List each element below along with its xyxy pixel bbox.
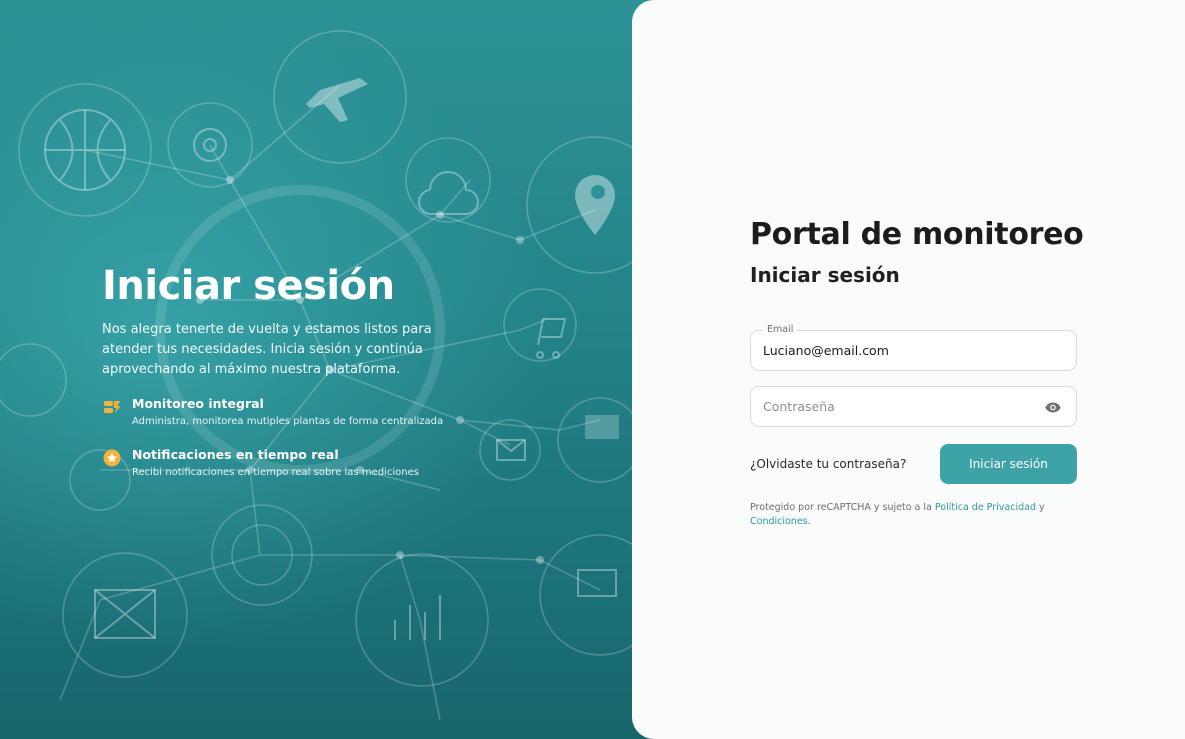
legal-middle: y	[1035, 502, 1045, 513]
login-form: Portal de monitoreo Iniciar sesión Email…	[750, 216, 1084, 529]
password-input[interactable]	[763, 387, 1033, 426]
hero-content: Iniciar sesión Nos alegra tenerte de vue…	[102, 262, 462, 480]
feature-text: Recibi notificaciones en tiempo real sob…	[132, 467, 419, 478]
email-field: Email	[750, 324, 1077, 371]
feature-text: Administra, monitorea mutiples plantas d…	[132, 416, 444, 427]
terms-link[interactable]: Condiciones	[750, 516, 808, 527]
login-panel: Portal de monitoreo Iniciar sesión Email…	[632, 0, 1185, 739]
privacy-policy-link[interactable]: Política de Privacidad	[935, 502, 1036, 513]
form-title: Iniciar sesión	[750, 263, 900, 287]
password-field	[750, 386, 1077, 427]
form-actions: ¿Olvidaste tu contraseña? Iniciar sesión	[750, 444, 1077, 484]
email-input[interactable]	[763, 331, 1033, 370]
hero-panel: Iniciar sesión Nos alegra tenerte de vue…	[0, 0, 660, 739]
feature-title: Monitoreo integral	[132, 396, 264, 411]
hero-description: Nos alegra tenerte de vuelta y estamos l…	[102, 322, 432, 377]
recaptcha-notice: Protegido por reCAPTCHA y sujeto a la Po…	[750, 501, 1077, 529]
legal-suffix: .	[807, 516, 811, 527]
feature-monitoring: Monitoreo integral Administra, monitorea…	[102, 396, 462, 429]
login-button[interactable]: Iniciar sesión	[940, 444, 1077, 484]
star-badge-icon	[102, 448, 122, 468]
forgot-password-link[interactable]: ¿Olvidaste tu contraseña?	[750, 457, 906, 471]
login-page: Iniciar sesión Nos alegra tenerte de vue…	[0, 0, 1185, 739]
show-password-eye-icon[interactable]	[1044, 399, 1062, 415]
hero-title: Iniciar sesión	[102, 263, 395, 309]
portal-title: Portal de monitoreo	[750, 217, 1084, 252]
legal-prefix: Protegido por reCAPTCHA y sujeto a la	[750, 502, 935, 513]
feature-title: Notificaciones en tiempo real	[132, 447, 339, 462]
feature-notifications: Notificaciones en tiempo real Recibi not…	[102, 447, 462, 480]
monitoring-tag-icon	[102, 397, 122, 417]
